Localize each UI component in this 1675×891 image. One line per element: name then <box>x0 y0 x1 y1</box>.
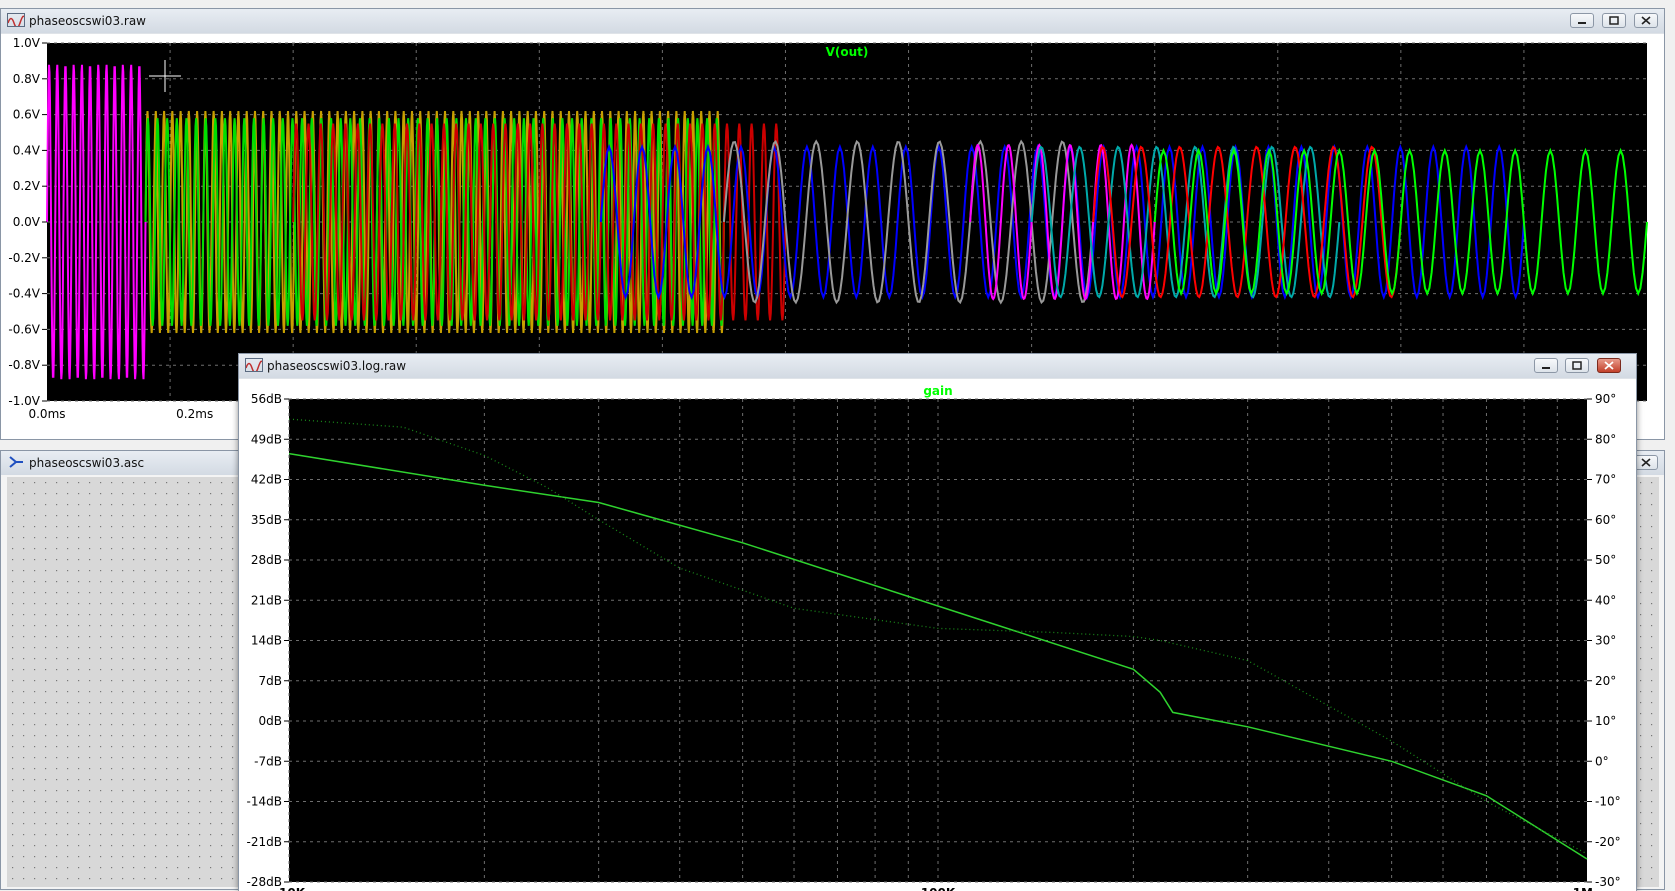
y-tick-label: 14dB <box>251 634 282 648</box>
schematic-title: phaseoscswi03.asc <box>29 456 145 470</box>
ac-plot[interactable]: gain 56dB 49dB 42dB 35dB 28dB 21dB 14dB 7dB 0dB -… <box>239 379 1636 891</box>
schematic-close-button[interactable] <box>1634 455 1658 470</box>
minimize-icon <box>1542 367 1550 369</box>
y2-tick-label: 80° <box>1595 432 1616 446</box>
y2-tick-label: 40° <box>1595 593 1616 607</box>
y-tick-label: -7dB <box>254 754 282 768</box>
y-tick-label: 49dB <box>251 432 282 446</box>
y-tick-label: -14dB <box>247 795 282 809</box>
y-tick-label: 0dB <box>259 714 282 728</box>
minimize-button[interactable] <box>1570 13 1594 28</box>
y2-tick-label: -30° <box>1595 875 1621 889</box>
close-button[interactable] <box>1634 13 1658 28</box>
y2-tick-label: 60° <box>1595 513 1616 527</box>
y-tick-label: -0.6V <box>8 322 40 336</box>
y-tick-label: 35dB <box>251 513 282 527</box>
y-tick-label: -21dB <box>247 835 282 849</box>
y-tick-label: -28dB <box>247 875 282 889</box>
transient-titlebar[interactable]: phaseoscswi03.raw <box>1 9 1664 33</box>
restore-button[interactable] <box>1565 358 1589 373</box>
y2-tick-label: -20° <box>1595 835 1621 849</box>
x-tick-label: 0.2ms <box>176 407 213 421</box>
waveform-icon <box>7 13 25 30</box>
close-icon <box>1641 16 1651 25</box>
y2-tick-label: 0° <box>1595 754 1609 768</box>
close-button[interactable] <box>1597 358 1621 373</box>
x-tick-label: 1M <box>1573 886 1593 891</box>
y-tick-label: -0.2V <box>8 251 40 265</box>
y-tick-label: -1.0V <box>8 394 40 408</box>
y2-tick-label: 20° <box>1595 674 1616 688</box>
x-tick-label: 10K <box>279 886 306 891</box>
y-tick-label: 7dB <box>259 674 282 688</box>
y-tick-label: 0.8V <box>13 72 41 86</box>
y2-tick-label: 10° <box>1595 714 1616 728</box>
y-tick-label: 0.6V <box>13 108 41 122</box>
y2-tick-label: 30° <box>1595 634 1616 648</box>
restore-icon <box>1572 361 1582 370</box>
y2-tick-label: 70° <box>1595 473 1616 487</box>
y-tick-label: -0.4V <box>8 287 40 301</box>
transient-title: phaseoscswi03.raw <box>29 14 146 28</box>
ac-title: phaseoscswi03.log.raw <box>267 359 407 373</box>
x-tick-label: 100K <box>921 886 956 891</box>
y-tick-label: 0.4V <box>13 143 41 157</box>
x-tick-label: 0.0ms <box>28 407 65 421</box>
trace-label-gain[interactable]: gain <box>923 384 952 398</box>
close-icon <box>1604 361 1614 370</box>
close-icon <box>1641 458 1651 467</box>
y-tick-label: -0.8V <box>8 358 40 372</box>
trace-label-vout[interactable]: V(out) <box>826 45 869 59</box>
ac-titlebar[interactable]: phaseoscswi03.log.raw <box>239 354 1636 378</box>
y-tick-label: 28dB <box>251 553 282 567</box>
y-tick-label: 1.0V <box>13 36 41 50</box>
schematic-icon <box>7 455 25 472</box>
y-tick-label: 42dB <box>251 473 282 487</box>
y2-tick-label: 50° <box>1595 553 1616 567</box>
y-tick-label: 56dB <box>251 392 282 406</box>
restore-icon <box>1609 16 1619 25</box>
y-tick-label: 0.2V <box>13 179 41 193</box>
y-tick-label: 21dB <box>251 593 282 607</box>
restore-button[interactable] <box>1602 13 1626 28</box>
y-tick-label: 0.0V <box>13 215 41 229</box>
minimize-button[interactable] <box>1534 358 1558 373</box>
waveform-icon <box>245 358 263 375</box>
y2-tick-label: 90° <box>1595 392 1616 406</box>
minimize-icon <box>1578 22 1586 24</box>
waveform-window-ac[interactable]: phaseoscswi03.log.raw gain 56dB 49dB 42dB 3… <box>238 353 1637 891</box>
y2-tick-label: -10° <box>1595 795 1621 809</box>
